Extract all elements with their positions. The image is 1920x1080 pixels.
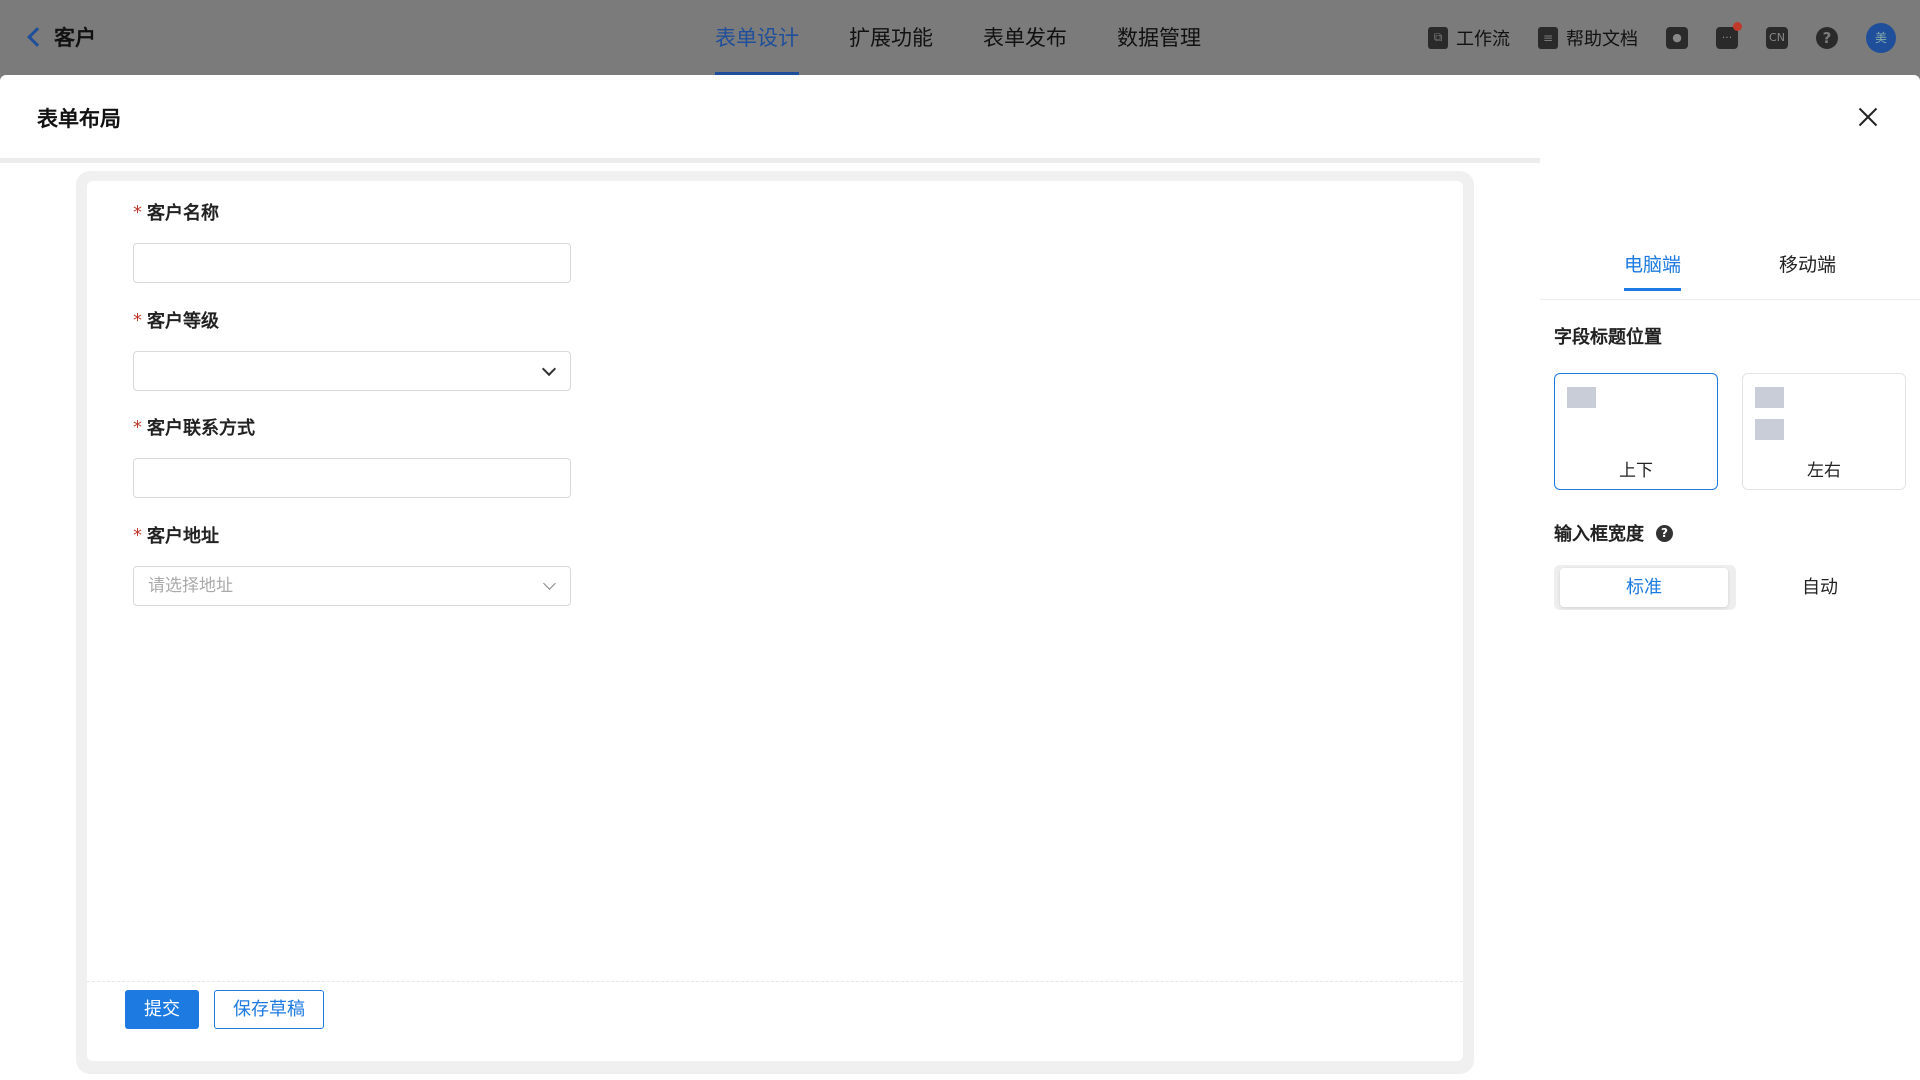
field-customer-level: * 客户等级 — [133, 307, 571, 391]
option-label: 左右 — [1807, 461, 1841, 481]
chevron-down-icon — [541, 361, 557, 377]
layout-preview-block — [1755, 419, 1784, 440]
chevron-left-icon — [27, 27, 47, 47]
form-preview-frame: * 客户名称 * 客户等级 * 客户联系方式 * 客户地址 请选择地址 提交 保… — [76, 171, 1474, 1074]
help-docs-button[interactable]: ≡ 帮助文档 — [1538, 25, 1638, 51]
help-icon[interactable]: ? — [1656, 524, 1673, 542]
avatar: 美 — [1866, 22, 1896, 53]
tab-form-design[interactable]: 表单设计 — [715, 0, 799, 75]
language-icon: CN — [1766, 26, 1788, 49]
tab-form-publish[interactable]: 表单发布 — [983, 0, 1067, 75]
tab-extensions[interactable]: 扩展功能 — [849, 0, 933, 75]
contacts-button[interactable]: ● — [1666, 26, 1688, 49]
field-customer-address: * 客户地址 请选择地址 — [133, 522, 571, 606]
help-docs-label: 帮助文档 — [1566, 28, 1638, 50]
field-label-text: 客户名称 — [147, 203, 219, 224]
field-label: * 客户地址 — [133, 522, 571, 548]
field-label: * 客户等级 — [133, 307, 571, 333]
panel-header: 表单布局 — [0, 75, 1920, 160]
layout-settings-sidebar: 电脑端 移动端 字段标题位置 上下 左右 输入框宽度 ? 标准 自动 — [1540, 160, 1920, 1080]
customer-name-input[interactable] — [133, 243, 571, 283]
active-tab-indicator — [1624, 288, 1682, 291]
help-button[interactable]: ? — [1816, 26, 1838, 49]
tab-label: 移动端 — [1779, 254, 1837, 276]
chat-icon: ··· — [1716, 21, 1742, 49]
help-icon: ? — [1816, 26, 1838, 49]
tab-label: 电脑端 — [1624, 254, 1682, 276]
tab-desktop[interactable]: 电脑端 — [1624, 250, 1682, 291]
tab-data-management[interactable]: 数据管理 — [1117, 0, 1201, 75]
layout-preview-block — [1567, 387, 1596, 408]
field-label: * 客户名称 — [133, 199, 571, 225]
layout-option-top-bottom[interactable]: 上下 — [1554, 373, 1718, 490]
required-mark: * — [133, 416, 142, 438]
field-label-text: 客户地址 — [147, 526, 219, 547]
footer-divider — [87, 981, 1463, 982]
workflow-label: 工作流 — [1456, 28, 1510, 50]
workflow-button[interactable]: ⧉ 工作流 — [1428, 25, 1510, 51]
panel-title: 表单布局 — [37, 106, 121, 131]
width-option-auto[interactable]: 自动 — [1736, 565, 1904, 610]
required-mark: * — [133, 201, 142, 223]
top-right-toolbar: ⧉ 工作流 ≡ 帮助文档 ● ··· CN ? 美 — [1400, 0, 1896, 75]
app-title: 客户 — [54, 26, 96, 50]
form-layout-panel: 表单布局 * 客户名称 * 客户等级 * 客户联系方式 * 客户地址 请选择地址… — [0, 75, 1920, 1080]
chevron-down-icon — [543, 577, 556, 590]
input-width-heading: 输入框宽度 ? — [1554, 520, 1673, 546]
tabs-divider — [1540, 299, 1920, 300]
workflow-icon: ⧉ — [1428, 26, 1448, 49]
title-position-heading: 字段标题位置 — [1554, 323, 1662, 349]
form-preview: * 客户名称 * 客户等级 * 客户联系方式 * 客户地址 请选择地址 提交 保… — [87, 181, 1463, 1061]
customer-contact-input[interactable] — [133, 458, 571, 498]
width-option-standard[interactable]: 标准 — [1560, 568, 1728, 607]
language-button[interactable]: CN — [1766, 26, 1788, 49]
field-customer-contact: * 客户联系方式 — [133, 414, 571, 498]
save-draft-button[interactable]: 保存草稿 — [214, 990, 324, 1029]
user-avatar-button[interactable]: 美 — [1866, 22, 1896, 53]
customer-level-select[interactable] — [133, 351, 571, 391]
top-nav-tabs: 表单设计 扩展功能 表单发布 数据管理 — [715, 0, 1251, 75]
close-icon[interactable] — [1856, 105, 1880, 129]
field-label-text: 客户联系方式 — [147, 418, 255, 439]
required-mark: * — [133, 309, 142, 331]
back-button[interactable]: 客户 — [27, 22, 96, 52]
submit-button[interactable]: 提交 — [125, 990, 199, 1029]
contacts-icon: ● — [1666, 26, 1688, 49]
required-mark: * — [133, 524, 142, 546]
layout-option-left-right[interactable]: 左右 — [1742, 373, 1906, 490]
select-placeholder: 请选择地址 — [148, 576, 233, 596]
field-customer-name: * 客户名称 — [133, 199, 571, 283]
top-bar: 客户 表单设计 扩展功能 表单发布 数据管理 ⧉ 工作流 ≡ 帮助文档 ● ··… — [0, 0, 1920, 75]
layout-preview-block — [1755, 387, 1784, 408]
section-heading-text: 字段标题位置 — [1554, 327, 1662, 348]
notification-dot — [1733, 21, 1742, 31]
option-label: 上下 — [1619, 461, 1653, 481]
header-divider — [0, 158, 1540, 163]
field-label-text: 客户等级 — [147, 311, 219, 332]
customer-address-select[interactable]: 请选择地址 — [133, 566, 571, 606]
input-width-segmented-control: 标准 自动 — [1554, 565, 1918, 610]
tab-mobile[interactable]: 移动端 — [1779, 250, 1836, 277]
section-heading-text: 输入框宽度 — [1554, 524, 1644, 545]
field-label: * 客户联系方式 — [133, 414, 571, 440]
document-icon: ≡ — [1538, 26, 1558, 49]
messages-button[interactable]: ··· — [1716, 21, 1742, 49]
